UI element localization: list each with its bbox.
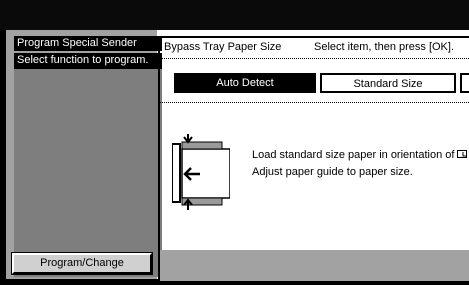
- left-panel: Program Special Sender Select function t…: [6, 30, 162, 279]
- program-change-button[interactable]: Program/Change: [11, 252, 153, 275]
- header-divider: [160, 58, 469, 59]
- auto-detect-button[interactable]: Auto Detect: [174, 73, 316, 93]
- right-panel: Bypass Tray Paper Size Select item, then…: [158, 36, 469, 281]
- right-panel-header: Bypass Tray Paper Size Select item, then…: [160, 38, 469, 58]
- function-list-area[interactable]: [14, 69, 162, 277]
- left-panel-subtitle: Select function to program.: [14, 53, 162, 69]
- right-panel-footer: [160, 250, 469, 281]
- message-line-1: Load standard size paper in orientation …: [252, 149, 455, 161]
- panel-title: Bypass Tray Paper Size: [164, 41, 282, 53]
- custom-size-button[interactable]: [460, 73, 469, 93]
- paper-message: Load standard size paper in orientation …: [252, 147, 468, 181]
- left-panel-title: Program Special Sender: [14, 36, 162, 51]
- instruction-text: Select item, then press [OK].: [314, 41, 455, 53]
- standard-size-button[interactable]: Standard Size: [320, 73, 456, 93]
- message-line-2: Adjust paper guide to paper size.: [252, 166, 413, 178]
- options-divider: [160, 102, 469, 103]
- top-title-bar: [0, 0, 469, 30]
- bypass-tray-paper-guide-icon: [171, 132, 231, 212]
- landscape-paper-icon: [457, 149, 468, 161]
